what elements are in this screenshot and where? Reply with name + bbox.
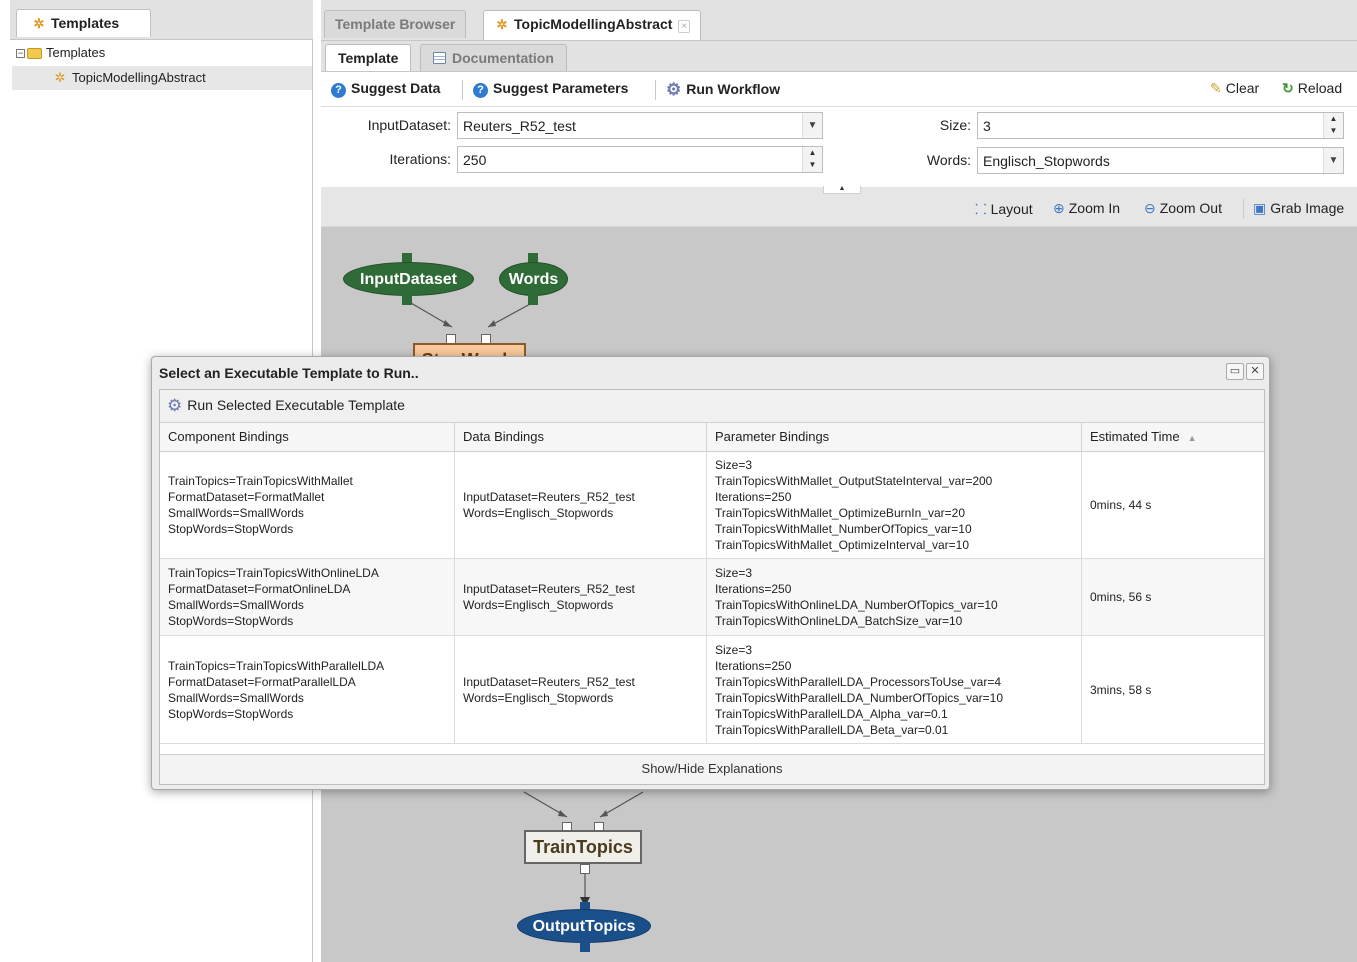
close-tab-icon[interactable]: ×: [678, 20, 691, 33]
node-port: [580, 942, 590, 952]
parameter-bindings-cell: Size=3 TrainTopicsWithMallet_OutputStateI…: [707, 452, 1082, 558]
template-icon: ✲: [33, 16, 45, 31]
tree-item-topicmodellingabstract[interactable]: ✲ TopicModellingAbstract: [12, 66, 312, 90]
size-stepper[interactable]: 3 ▲ ▼: [977, 112, 1344, 139]
reload-icon: ↻: [1282, 80, 1294, 96]
help-icon: ?: [331, 83, 346, 98]
node-train-topics[interactable]: TrainTopics: [524, 830, 642, 864]
suggest-parameters-button[interactable]: ? Suggest Parameters: [473, 80, 628, 98]
main-tabbar: Template Browser ✲ TopicModellingAbstract…: [321, 0, 1357, 41]
data-bindings-cell: InputDataset=Reuters_R52_test Words=Engli…: [455, 559, 707, 635]
suggest-data-button[interactable]: ? Suggest Data: [331, 80, 440, 98]
grab-image-button[interactable]: ▣ Grab Image: [1253, 200, 1344, 217]
data-bindings-cell: InputDataset=Reuters_R52_test Words=Engli…: [455, 452, 707, 558]
table-row[interactable]: TrainTopics=TrainTopicsWithOnlineLDA Form…: [160, 559, 1264, 636]
zoom-in-button[interactable]: ⊕ Zoom In: [1053, 200, 1120, 217]
column-header-component-bindings[interactable]: Component Bindings: [160, 423, 455, 452]
parameter-bindings-cell: Size=3 Iterations=250 TrainTopicsWithParal…: [707, 636, 1082, 743]
templates-tabbar: ✲ Templates: [10, 0, 313, 40]
size-label: Size:: [939, 117, 971, 133]
gears-icon: ⚙: [666, 80, 682, 99]
executable-template-dialog: Select an Executable Template to Run.. ▭…: [151, 356, 1270, 790]
gears-icon: ⚙: [167, 396, 183, 415]
node-port: [402, 295, 412, 305]
reload-button[interactable]: ↻ Reload: [1282, 80, 1342, 97]
component-bindings-cell: TrainTopics=TrainTopicsWithMallet FormatD…: [160, 452, 455, 558]
sub-tabbar: Template Documentation: [321, 41, 1357, 72]
parameter-bindings-cell: Size=3 Iterations=250 TrainTopicsWithOnlin…: [707, 559, 1082, 635]
help-icon: ?: [473, 83, 488, 98]
iterations-stepper[interactable]: 250 ▲ ▼: [457, 146, 823, 173]
templates-tab[interactable]: ✲ Templates: [16, 9, 151, 37]
node-input-dataset[interactable]: InputDataset: [343, 262, 474, 296]
words-label: Words:: [926, 152, 971, 168]
template-icon: ✲: [54, 70, 66, 85]
column-header-data-bindings[interactable]: Data Bindings: [455, 423, 707, 452]
input-dataset-label: InputDataset:: [367, 117, 451, 133]
tab-documentation[interactable]: Documentation: [420, 44, 567, 71]
canvas-toolbar-divider: [1243, 199, 1244, 219]
tab-topicmodellingabstract[interactable]: ✲ TopicModellingAbstract ×: [483, 10, 702, 40]
table-row[interactable]: TrainTopics=TrainTopicsWithMallet FormatD…: [160, 452, 1264, 559]
column-header-estimated-time[interactable]: Estimated Time ▲: [1082, 423, 1264, 452]
toolbar-divider: [462, 80, 463, 100]
template-toolbar: ? Suggest Data ? Suggest Parameters ⚙ Run W…: [321, 72, 1357, 107]
bindings-grid-panel: ⚙ Run Selected Executable Template Compon…: [159, 389, 1265, 785]
zoom-out-icon: ⊖: [1144, 200, 1156, 216]
component-bindings-cell: TrainTopics=TrainTopicsWithOnlineLDA Form…: [160, 559, 455, 635]
words-combo[interactable]: Englisch_Stopwords ▼: [977, 147, 1344, 174]
estimated-time-cell: 3mins, 58 s: [1090, 682, 1152, 697]
image-icon: ▣: [1253, 200, 1267, 216]
toolbar-divider: [655, 80, 656, 100]
document-icon: [433, 52, 446, 64]
input-dataset-combo[interactable]: Reuters_R52_test ▼: [457, 112, 823, 139]
node-words[interactable]: Words: [499, 262, 568, 296]
clear-button[interactable]: ✎ Clear: [1210, 80, 1259, 97]
tree-item-templates[interactable]: − Templates: [16, 41, 310, 65]
node-port: [580, 864, 590, 874]
tab-template[interactable]: Template: [325, 44, 412, 71]
zoom-in-icon: ⊕: [1053, 200, 1065, 216]
run-selected-button[interactable]: ⚙ Run Selected Executable Template: [167, 396, 405, 415]
layout-button[interactable]: ⸬ Layout: [975, 200, 1033, 219]
chevron-down-icon[interactable]: ▼: [1323, 148, 1343, 173]
dialog-toolbar: ⚙ Run Selected Executable Template: [160, 390, 1264, 423]
table-row[interactable]: TrainTopics=TrainTopicsWithParallelLDA Fo…: [160, 636, 1264, 744]
collapse-form-handle[interactable]: ▲: [823, 185, 861, 194]
chevron-down-icon[interactable]: ▼: [802, 113, 822, 138]
column-header-parameter-bindings[interactable]: Parameter Bindings: [707, 423, 1082, 452]
collapse-icon[interactable]: −: [16, 49, 25, 59]
close-icon[interactable]: ✕: [1246, 363, 1264, 380]
folder-icon: [27, 48, 42, 60]
node-port: [528, 295, 538, 305]
tab-template-browser[interactable]: Template Browser: [324, 10, 467, 38]
spinner-icon[interactable]: ▲ ▼: [802, 147, 822, 172]
show-hide-explanations-button[interactable]: Show/Hide Explanations: [160, 754, 1264, 784]
maximize-icon[interactable]: ▭: [1226, 363, 1244, 380]
iterations-label: Iterations:: [389, 151, 451, 167]
template-icon: ✲: [496, 17, 508, 32]
sort-ascending-icon: ▲: [1187, 433, 1197, 443]
grid-header: Component Bindings Data Bindings Paramet…: [160, 423, 1264, 452]
layout-icon: ⸬: [975, 201, 987, 217]
spinner-icon[interactable]: ▲ ▼: [1323, 113, 1343, 138]
data-bindings-cell: InputDataset=Reuters_R52_test Words=Engli…: [455, 636, 707, 743]
run-workflow-button[interactable]: ⚙ Run Workflow: [666, 80, 780, 100]
component-bindings-cell: TrainTopics=TrainTopicsWithParallelLDA Fo…: [160, 636, 455, 743]
template-parameters-form: InputDataset: Reuters_R52_test ▼ Iterati…: [321, 107, 1357, 187]
zoom-out-button[interactable]: ⊖ Zoom Out: [1144, 200, 1222, 217]
broom-icon: ✎: [1210, 80, 1222, 96]
estimated-time-cell: 0mins, 44 s: [1090, 498, 1152, 512]
node-output-topics[interactable]: OutputTopics: [517, 909, 651, 943]
estimated-time-cell: 0mins, 56 s: [1090, 590, 1152, 604]
dialog-title: Select an Executable Template to Run..: [159, 365, 419, 381]
